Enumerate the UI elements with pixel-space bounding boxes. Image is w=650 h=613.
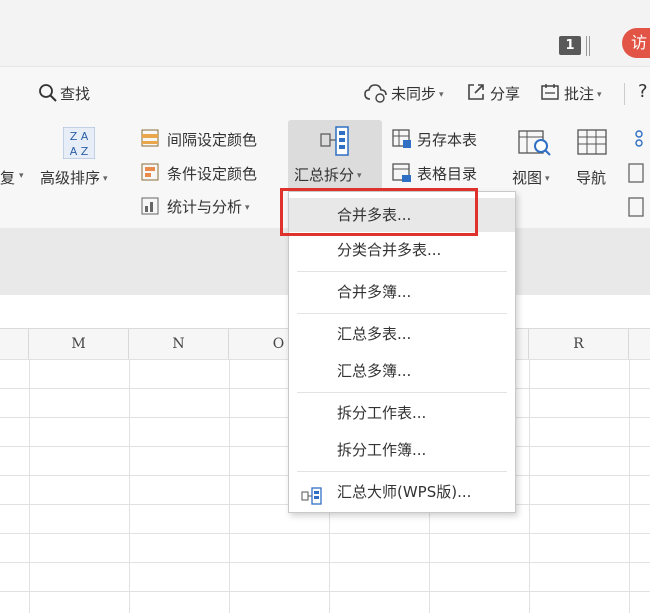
summary-master-label: 汇总大师(WPS版)... — [337, 483, 472, 501]
svg-text:Z A: Z A — [70, 130, 89, 143]
column-header-r[interactable]: R — [529, 329, 629, 359]
sync-button[interactable]: 未同步 ▾ — [391, 83, 444, 104]
chevron-down-icon: ▾ — [597, 90, 602, 100]
chevron-down-icon: ▾ — [357, 171, 362, 181]
window-count-badge[interactable]: 1 — [559, 36, 581, 55]
menu-item-classify-merge-sheets[interactable]: 分类合并多表... — [289, 233, 515, 267]
visit-button[interactable]: 访 — [622, 28, 650, 58]
share-button[interactable]: 分享 — [490, 83, 520, 104]
table-catalog-button[interactable]: 表格目录 — [417, 163, 477, 184]
save-table-icon — [392, 129, 412, 153]
stats-analysis-button[interactable]: 统计与分析 ▾ — [167, 196, 250, 217]
cloud-sync-icon — [364, 83, 388, 107]
highlight-box — [280, 188, 478, 236]
view-label: 视图 — [512, 169, 543, 187]
divider — [586, 36, 587, 56]
advanced-sort-button[interactable]: 高级排序 ▾ — [40, 167, 108, 188]
view-button[interactable]: 视图 ▾ — [512, 167, 550, 188]
menu-divider — [297, 392, 507, 393]
advanced-sort-label: 高级排序 — [40, 169, 101, 187]
summary-split-label-wrap: 汇总拆分 ▾ — [294, 164, 362, 185]
column-header-n[interactable]: N — [129, 329, 229, 359]
statistics-icon — [141, 197, 159, 219]
column-header-m[interactable]: M — [29, 329, 129, 359]
table-catalog-icon — [392, 163, 412, 187]
menu-item-merge-workbooks[interactable]: 合并多簿... — [289, 275, 515, 309]
summary-split-label: 汇总拆分 — [294, 166, 355, 184]
save-as-table-button[interactable]: 另存本表 — [417, 129, 477, 150]
help-button[interactable]: ? — [638, 81, 648, 102]
chevron-down-icon: ▾ — [103, 174, 108, 184]
chevron-down-icon: ▾ — [545, 174, 550, 184]
summary-split-menu: 合并多表... 分类合并多表... 合并多簿... 汇总多表... 汇总多簿..… — [288, 191, 516, 513]
svg-text:A Z: A Z — [70, 145, 89, 158]
condition-color-button[interactable]: 条件设定颜色 — [167, 163, 257, 184]
summary-split-button[interactable]: 汇总拆分 ▾ — [288, 120, 382, 190]
column-header-partial[interactable] — [0, 329, 29, 359]
menu-item-summarize-sheets[interactable]: 汇总多表... — [289, 317, 515, 351]
comment-icon — [540, 82, 560, 106]
partial-document-icon[interactable] — [628, 163, 650, 187]
sort-za-az-icon: Z A A Z — [62, 126, 96, 163]
menu-item-split-workbook[interactable]: 拆分工作簿... — [289, 433, 515, 467]
menu-divider — [297, 471, 507, 472]
divider — [589, 36, 590, 56]
share-icon — [466, 82, 486, 106]
menu-divider — [297, 313, 507, 314]
search-icon — [38, 83, 58, 107]
partial-document-icon[interactable] — [628, 197, 650, 221]
partial-ribbon-label[interactable]: 复 — [0, 167, 15, 188]
condition-color-icon — [141, 163, 159, 185]
chevron-down-icon: ▾ — [439, 90, 444, 100]
stats-analysis-label: 统计与分析 — [167, 198, 243, 216]
menu-item-summarize-workbooks[interactable]: 汇总多簿... — [289, 354, 515, 388]
view-icon — [518, 127, 552, 161]
navigation-icon — [577, 129, 607, 161]
chevron-down-icon: ▾ — [19, 171, 24, 181]
navigation-button[interactable]: 导航 — [576, 167, 606, 188]
menu-item-split-worksheet[interactable]: 拆分工作表... — [289, 396, 515, 430]
comment-button[interactable]: 批注 ▾ — [564, 83, 602, 104]
interval-color-button[interactable]: 间隔设定颜色 — [167, 129, 257, 150]
summary-split-icon — [320, 126, 350, 160]
column-header-partial[interactable] — [629, 329, 650, 359]
interval-color-icon — [141, 129, 159, 151]
divider — [624, 83, 625, 105]
menu-item-summary-master[interactable]: 汇总大师(WPS版)... — [289, 475, 515, 509]
summary-master-icon — [301, 483, 323, 517]
sync-label: 未同步 — [391, 85, 437, 103]
menu-divider — [297, 271, 507, 272]
title-bar: 1 访 — [0, 0, 650, 66]
comment-label: 批注 — [564, 85, 595, 103]
chevron-down-icon: ▾ — [245, 203, 250, 213]
partial-tool-icon[interactable] — [630, 129, 650, 151]
find-button[interactable]: 查找 — [60, 83, 90, 104]
